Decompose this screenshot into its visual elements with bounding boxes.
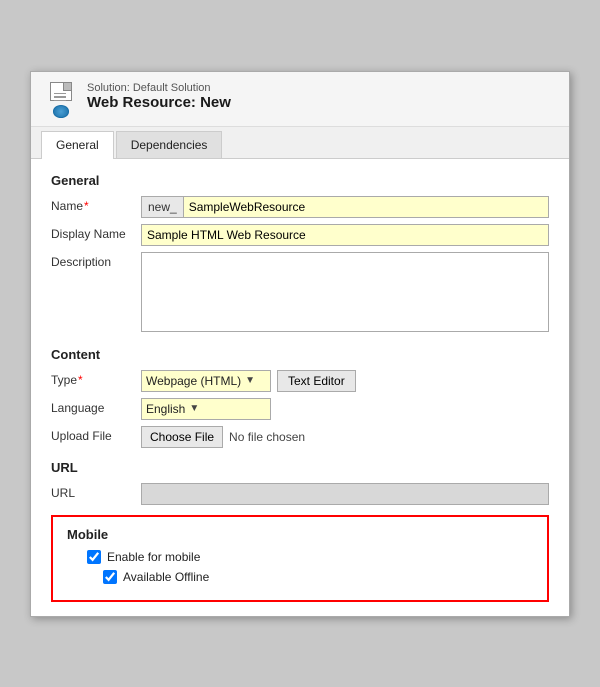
main-content: General Name* new_ Display Name Descript… <box>31 159 569 616</box>
upload-file-group: Choose File No file chosen <box>141 426 305 448</box>
language-select[interactable]: English ▼ <box>141 398 271 420</box>
choose-file-button[interactable]: Choose File <box>141 426 223 448</box>
mobile-section-title: Mobile <box>67 527 533 542</box>
display-name-field-container <box>141 224 549 246</box>
language-label: Language <box>51 398 141 415</box>
description-input[interactable] <box>141 252 549 332</box>
type-select-arrow-icon: ▼ <box>245 375 255 386</box>
main-window: Solution: Default Solution Web Resource:… <box>30 71 570 617</box>
url-display <box>141 483 549 505</box>
text-editor-button[interactable]: Text Editor <box>277 370 356 392</box>
description-row: Description <box>51 252 549 335</box>
display-name-row: Display Name <box>51 224 549 246</box>
no-file-text: No file chosen <box>229 430 305 444</box>
type-select[interactable]: Webpage (HTML) ▼ <box>141 370 271 392</box>
general-section-title: General <box>51 173 549 188</box>
header-text: Solution: Default Solution Web Resource:… <box>87 82 231 111</box>
name-required: * <box>84 199 89 213</box>
available-offline-label[interactable]: Available Offline <box>123 570 209 584</box>
type-label: Type* <box>51 370 141 387</box>
type-select-group: Webpage (HTML) ▼ Text Editor <box>141 370 356 392</box>
page-title: Web Resource: New <box>87 94 231 111</box>
description-field-container <box>141 252 549 335</box>
description-label: Description <box>51 252 141 269</box>
available-offline-row: Available Offline <box>67 570 533 584</box>
name-input[interactable] <box>183 196 549 218</box>
window-header: Solution: Default Solution Web Resource:… <box>31 72 569 127</box>
url-section-title: URL <box>51 460 549 475</box>
url-label: URL <box>51 483 141 500</box>
enable-mobile-label[interactable]: Enable for mobile <box>107 550 200 564</box>
content-section-title: Content <box>51 347 549 362</box>
header-icon <box>45 82 77 118</box>
doc-line-1 <box>54 93 66 95</box>
language-row: Language English ▼ <box>51 398 549 420</box>
name-label: Name* <box>51 196 141 213</box>
mobile-section: Mobile Enable for mobile Available Offli… <box>51 515 549 602</box>
upload-file-label: Upload File <box>51 426 141 443</box>
type-required: * <box>78 373 83 387</box>
doc-line-3 <box>54 100 66 102</box>
globe-icon <box>53 105 69 117</box>
enable-mobile-row: Enable for mobile <box>67 550 533 564</box>
name-field-group: new_ <box>141 196 549 218</box>
document-icon <box>50 82 72 102</box>
url-row: URL <box>51 483 549 505</box>
display-name-input[interactable] <box>141 224 549 246</box>
name-row: Name* new_ <box>51 196 549 218</box>
available-offline-checkbox[interactable] <box>103 570 117 584</box>
tab-general[interactable]: General <box>41 131 114 159</box>
upload-file-row: Upload File Choose File No file chosen <box>51 426 549 448</box>
enable-mobile-checkbox[interactable] <box>87 550 101 564</box>
tab-dependencies[interactable]: Dependencies <box>116 131 223 158</box>
name-prefix: new_ <box>141 196 183 218</box>
language-select-arrow-icon: ▼ <box>189 403 199 414</box>
doc-line-2 <box>54 96 66 98</box>
document-lines <box>54 93 66 104</box>
tab-bar: General Dependencies <box>31 127 569 159</box>
display-name-label: Display Name <box>51 224 141 241</box>
type-row: Type* Webpage (HTML) ▼ Text Editor <box>51 370 549 392</box>
url-field-container <box>141 483 549 505</box>
solution-label: Solution: Default Solution <box>87 82 231 94</box>
